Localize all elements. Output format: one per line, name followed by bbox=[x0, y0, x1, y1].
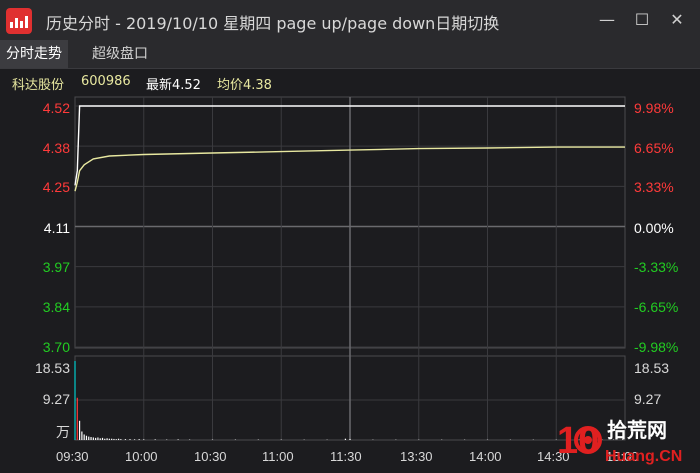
minimize-button[interactable]: — bbox=[593, 8, 621, 32]
time-tick-label: 11:30 bbox=[330, 449, 362, 464]
pct-tick-label: 3.33% bbox=[634, 179, 674, 195]
volume-unit-label: 万 bbox=[56, 424, 70, 440]
time-tick-label: 14:00 bbox=[469, 449, 502, 464]
time-tick-label: 11:00 bbox=[262, 449, 294, 464]
volume-tick-label: 9.27 bbox=[634, 391, 662, 407]
stock-code: 600986 bbox=[81, 74, 131, 89]
average-price: 均价4.38 bbox=[217, 78, 272, 93]
app-logo-icon bbox=[6, 8, 32, 34]
time-tick-label: 09:30 bbox=[56, 449, 89, 464]
tab-intraday[interactable]: 分时走势 bbox=[0, 40, 68, 68]
latest-price: 最新4.52 bbox=[146, 78, 201, 93]
pct-tick-label: -6.65% bbox=[634, 299, 679, 315]
price-tick-label: 3.84 bbox=[42, 299, 70, 315]
pct-tick-label: -9.98% bbox=[634, 339, 679, 355]
watermark-sub: Huang.CN bbox=[605, 448, 682, 465]
window-title: 历史分时 - 2019/10/10 星期四 page up/page down日… bbox=[46, 14, 500, 33]
time-tick-label: 10:30 bbox=[194, 449, 227, 464]
watermark-digits: 10 bbox=[557, 420, 599, 462]
price-tick-label: 4.11 bbox=[43, 220, 70, 236]
volume-tick-label: 18.53 bbox=[34, 360, 70, 376]
gear-center-icon bbox=[584, 436, 592, 444]
pct-tick-label: 9.98% bbox=[634, 100, 674, 116]
volume-tick-label: 18.53 bbox=[634, 360, 670, 376]
time-tick-label: 10:00 bbox=[125, 449, 158, 464]
price-tick-label: 4.52 bbox=[42, 100, 70, 116]
pct-tick-label: 6.65% bbox=[634, 140, 674, 156]
volume-tick-label: 9.27 bbox=[42, 391, 70, 407]
tab-super-order-book[interactable]: 超级盘口 bbox=[86, 40, 154, 68]
logo-bar-icon bbox=[15, 18, 18, 28]
pct-tick-label: 0.00% bbox=[634, 220, 674, 236]
close-button[interactable]: ✕ bbox=[663, 8, 691, 32]
maximize-button[interactable]: ☐ bbox=[628, 8, 656, 32]
time-tick-label: 13:30 bbox=[400, 449, 433, 464]
pct-tick-label: -3.33% bbox=[634, 259, 679, 275]
stock-name: 科达股份 bbox=[12, 78, 65, 93]
watermark-name: 拾荒网 bbox=[607, 418, 667, 442]
price-tick-label: 4.25 bbox=[42, 179, 70, 195]
stock-info-bar: 科达股份 600986 最新4.52 均价4.38 bbox=[0, 69, 700, 95]
title-bar: 历史分时 - 2019/10/10 星期四 page up/page down日… bbox=[0, 0, 700, 40]
logo-bar-icon bbox=[20, 21, 23, 28]
logo-bar-icon bbox=[10, 22, 13, 28]
price-tick-label: 4.38 bbox=[42, 140, 70, 156]
logo-bar-icon bbox=[25, 16, 28, 28]
price-tick-label: 3.97 bbox=[42, 259, 70, 275]
watermark-logo: 10 拾荒网 Huang.CN bbox=[555, 413, 700, 469]
price-tick-label: 3.70 bbox=[42, 339, 70, 355]
tab-bar: 分时走势 超级盘口 bbox=[0, 40, 700, 69]
